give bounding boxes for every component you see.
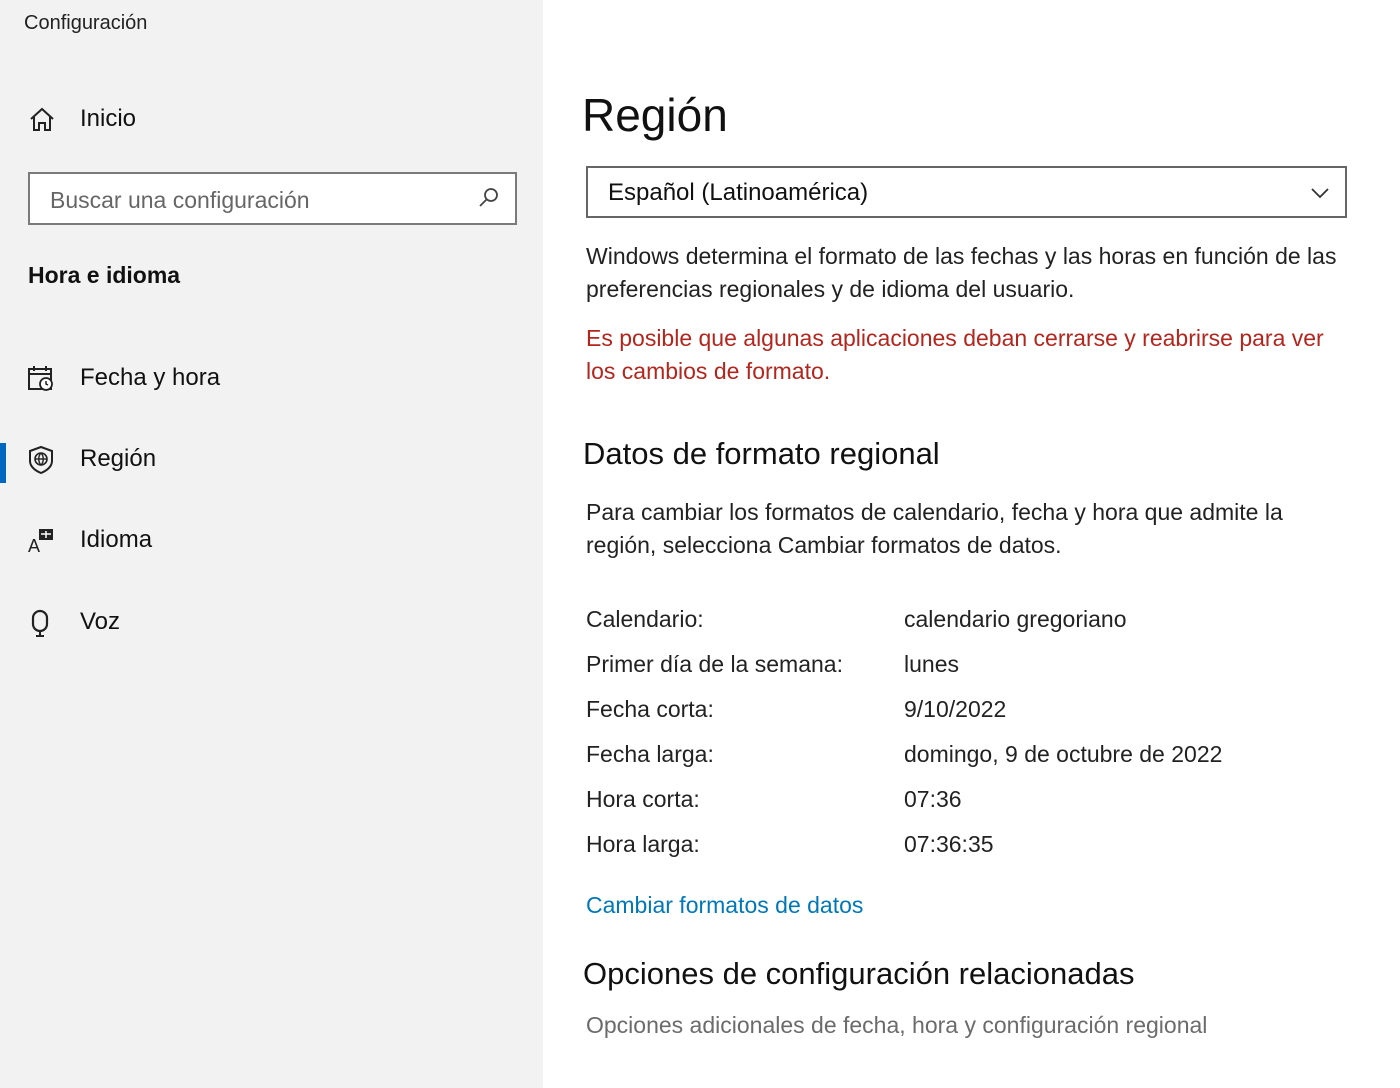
region-dropdown-value: Español (Latinoamérica): [608, 179, 869, 206]
change-data-formats-link[interactable]: Cambiar formatos de datos: [586, 892, 863, 919]
regional-format-heading: Datos de formato regional: [583, 436, 940, 471]
format-key: Primer día de la semana:: [586, 651, 843, 677]
page-title: Región: [582, 89, 728, 141]
sidebar-item-language[interactable]: A Idioma: [0, 510, 543, 570]
format-value: lunes: [904, 651, 959, 677]
format-row-long-date: Fecha larga: domingo, 9 de octubre de 20…: [586, 733, 1346, 778]
search-icon[interactable]: [477, 186, 501, 210]
svg-text:A: A: [28, 536, 40, 556]
format-row-first-day: Primer día de la semana: lunes: [586, 643, 1346, 688]
chevron-down-icon: [1309, 182, 1331, 204]
regional-format-description: Para cambiar los formatos de calendario,…: [586, 499, 1283, 558]
sidebar-item-label: Región: [80, 445, 157, 472]
sidebar-item-voice[interactable]: Voz: [0, 592, 543, 652]
additional-settings-link[interactable]: Opciones adicionales de fecha, hora y co…: [586, 1012, 1207, 1039]
microphone-icon: [26, 608, 56, 638]
format-row-long-time: Hora larga: 07:36:35: [586, 823, 1346, 868]
sidebar: Configuración Inicio Hora e idioma: [0, 0, 543, 1088]
restart-warning: Es posible que algunas aplicaciones deba…: [586, 325, 1324, 384]
sidebar-item-home[interactable]: Inicio: [0, 96, 543, 142]
sidebar-item-label: Idioma: [80, 526, 153, 553]
format-value: calendario gregoriano: [904, 606, 1127, 632]
sidebar-item-date-time[interactable]: Fecha y hora: [0, 348, 543, 408]
sidebar-item-label: Inicio: [80, 105, 137, 132]
format-row-calendar: Calendario: calendario gregoriano: [586, 598, 1346, 643]
format-key: Fecha corta:: [586, 696, 714, 722]
region-description: Windows determina el formato de las fech…: [586, 243, 1337, 302]
related-settings-heading: Opciones de configuración relacionadas: [583, 956, 1135, 991]
main-content: Región Español (Latinoamérica) Windows d…: [543, 0, 1400, 1088]
selection-indicator: [0, 443, 6, 483]
format-value: 07:36: [904, 786, 962, 812]
home-icon: [28, 106, 56, 134]
region-globe-icon: [26, 445, 56, 475]
format-key: Calendario:: [586, 606, 704, 632]
sidebar-item-label: Voz: [80, 608, 121, 635]
sidebar-item-label: Fecha y hora: [80, 364, 221, 391]
settings-window: Configuración Inicio Hora e idioma: [0, 0, 1400, 1088]
format-key: Hora larga:: [586, 831, 700, 857]
format-value: 9/10/2022: [904, 696, 1007, 722]
format-value: 07:36:35: [904, 831, 994, 857]
section-header: Hora e idioma: [28, 262, 181, 288]
app-title: Configuración: [24, 12, 148, 34]
format-key: Hora corta:: [586, 786, 700, 812]
regional-format-table: Calendario: calendario gregoriano Primer…: [586, 598, 1346, 868]
language-icon: A: [26, 526, 56, 556]
format-row-short-time: Hora corta: 07:36: [586, 778, 1346, 823]
region-dropdown[interactable]: Español (Latinoamérica): [586, 166, 1347, 218]
calendar-clock-icon: [26, 364, 56, 394]
format-key: Fecha larga:: [586, 741, 714, 767]
search-input[interactable]: [48, 182, 472, 218]
sidebar-item-region[interactable]: Región: [0, 429, 543, 489]
search-box: [28, 172, 517, 225]
format-row-short-date: Fecha corta: 9/10/2022: [586, 688, 1346, 733]
format-value: domingo, 9 de octubre de 2022: [904, 741, 1223, 767]
